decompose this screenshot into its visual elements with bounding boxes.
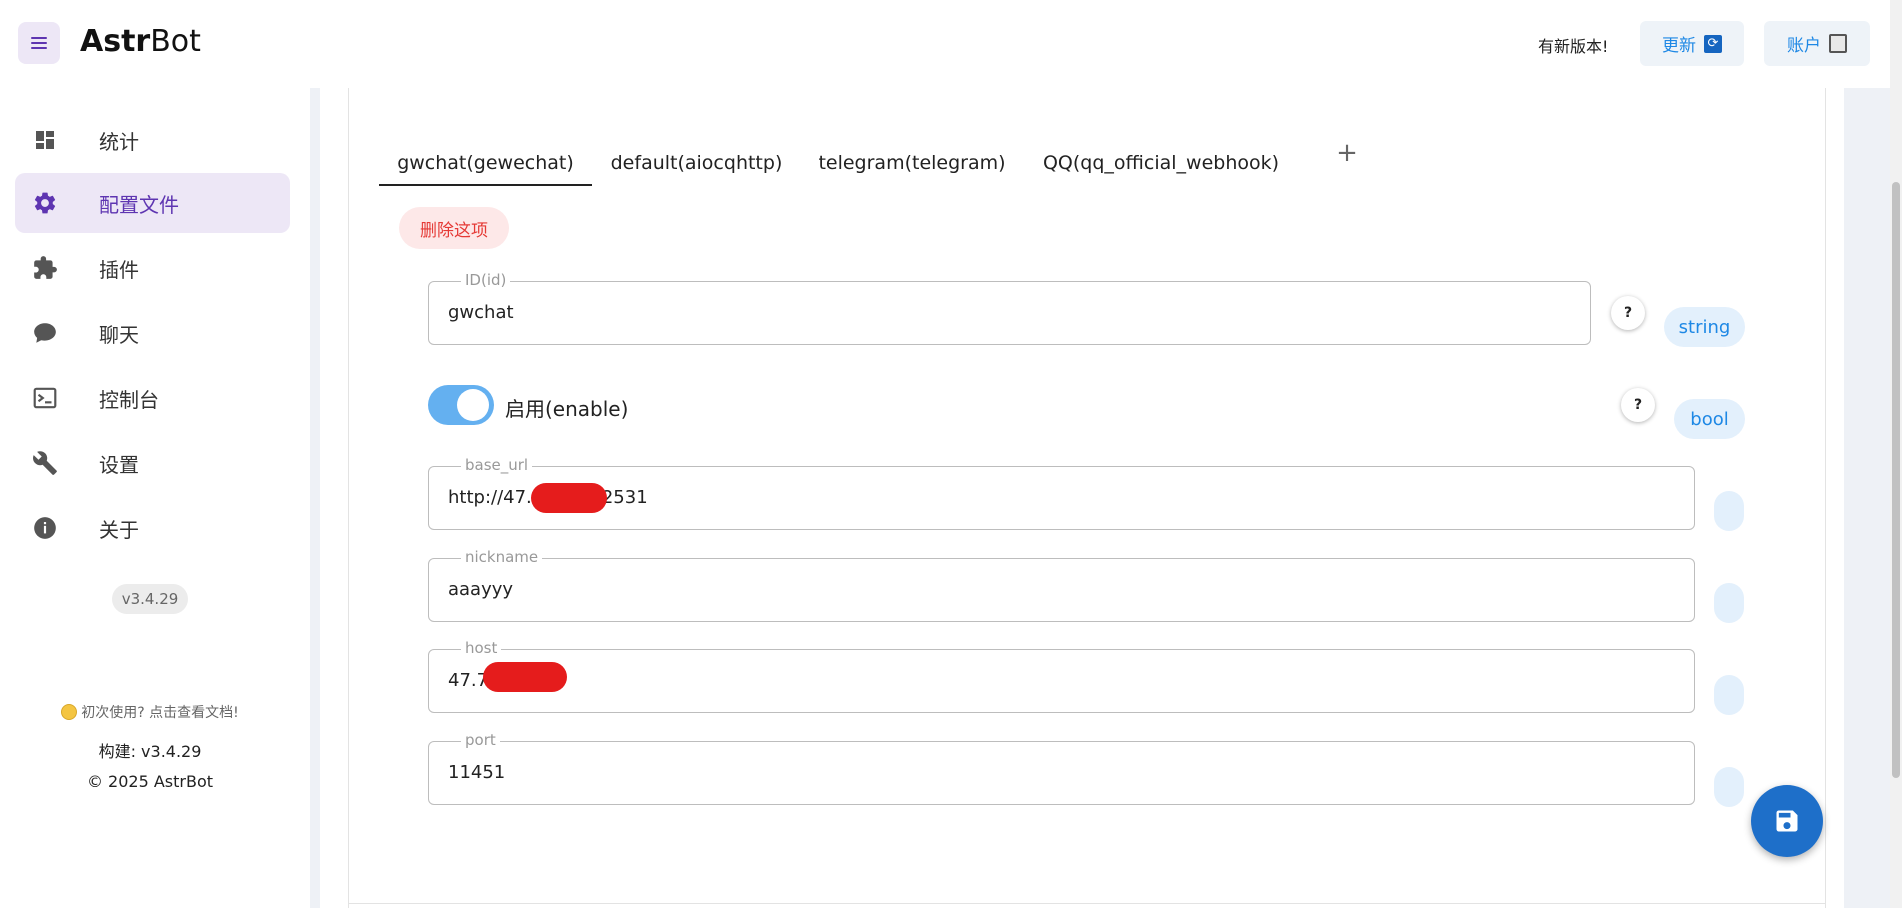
sidebar-item-stats[interactable]: 统计	[15, 110, 290, 170]
refresh-icon: ⟳	[1704, 34, 1722, 53]
enable-toggle[interactable]	[428, 385, 494, 425]
dashboard-icon	[32, 127, 58, 153]
id-field-label: ID(id)	[461, 271, 511, 289]
id-help-button[interactable]: ?	[1611, 296, 1645, 330]
nickname-field[interactable]: nickname aaayyy	[428, 548, 1695, 622]
nickname-type-chip	[1714, 583, 1744, 623]
id-field[interactable]: ID(id) gwchat	[428, 271, 1591, 345]
port-type-chip	[1714, 767, 1744, 807]
type-chip-bool: bool	[1674, 399, 1745, 439]
app-header: AstrBot 有新版本! 更新 ⟳ 账户	[0, 0, 1890, 88]
nickname-field-value: aaayyy	[448, 579, 514, 600]
sidebar-item-about[interactable]: 关于	[15, 498, 290, 558]
plus-icon: +	[1336, 138, 1358, 168]
base-url-field-label: base_url	[461, 456, 533, 474]
enable-toggle-label: 启用(enable)	[505, 397, 629, 421]
host-field[interactable]: host 47.7	[428, 639, 1695, 713]
sidebar-item-label: 控制台	[99, 387, 159, 412]
type-chip-string: string	[1664, 307, 1745, 347]
update-button[interactable]: 更新 ⟳	[1640, 21, 1744, 66]
host-field-value: 47.7	[448, 670, 489, 691]
info-icon	[32, 515, 58, 541]
save-button[interactable]	[1751, 785, 1823, 857]
copyright: © 2025 AstrBot	[86, 772, 214, 791]
sidebar-item-plugins[interactable]: 插件	[15, 238, 290, 298]
host-field-label: host	[461, 639, 502, 657]
port-field-value: 11451	[448, 762, 506, 783]
account-book-icon	[1829, 34, 1847, 53]
tab-telegram[interactable]: telegram(telegram)	[812, 140, 1012, 186]
panel-divider	[348, 903, 1826, 904]
enable-help-button[interactable]: ?	[1621, 388, 1655, 422]
delete-item-button[interactable]: 删除这项	[399, 207, 509, 249]
menu-toggle-button[interactable]	[18, 22, 60, 64]
tab-label: QQ(qq_official_webhook)	[1042, 152, 1280, 174]
tab-label: gwchat(gewechat)	[397, 152, 574, 174]
port-field-label: port	[461, 731, 500, 749]
version-chip: v3.4.29	[112, 584, 188, 614]
base-url-type-chip	[1714, 491, 1744, 531]
wrench-icon	[32, 450, 58, 476]
redaction-mark	[531, 483, 607, 513]
sidebar-item-label: 统计	[99, 129, 139, 154]
chat-bubble-icon	[32, 320, 58, 346]
sidebar-item-console[interactable]: 控制台	[15, 368, 290, 428]
sidebar-item-label: 设置	[99, 452, 139, 477]
sidebar-item-settings[interactable]: 设置	[15, 433, 290, 493]
sidebar-item-chat[interactable]: 聊天	[15, 303, 290, 363]
thinking-emoji-icon	[61, 704, 78, 720]
tab-qq[interactable]: QQ(qq_official_webhook)	[1030, 140, 1292, 186]
nickname-field-label: nickname	[461, 548, 543, 566]
tab-default[interactable]: default(aiocqhttp)	[600, 140, 793, 186]
port-field[interactable]: port 11451	[428, 731, 1695, 805]
sidebar-item-label: 插件	[99, 257, 139, 282]
host-type-chip	[1714, 675, 1744, 715]
redaction-mark	[483, 662, 567, 692]
scrollbar-thumb[interactable]	[1892, 182, 1900, 778]
puzzle-icon	[32, 255, 58, 281]
sidebar-item-label: 配置文件	[99, 192, 179, 217]
gear-icon	[32, 190, 58, 216]
new-version-notice: 有新版本!	[1538, 37, 1609, 56]
sidebar-item-label: 聊天	[99, 322, 139, 347]
tab-label: telegram(telegram)	[818, 152, 1006, 174]
update-label: 更新	[1662, 36, 1696, 56]
sidebar-item-config[interactable]: 配置文件	[15, 173, 290, 233]
console-icon	[32, 385, 58, 411]
toggle-knob	[457, 389, 489, 421]
account-button[interactable]: 账户	[1764, 21, 1870, 66]
tab-label: default(aiocqhttp)	[610, 152, 783, 174]
sidebar-item-label: 关于	[99, 517, 139, 542]
docs-link-label: 初次使用? 点击查看文档!	[81, 705, 239, 721]
build-info: 构建: v3.4.29	[98, 742, 202, 761]
page-scrollbar[interactable]	[1890, 0, 1902, 908]
tab-gwchat[interactable]: gwchat(gewechat)	[379, 140, 592, 186]
docs-link[interactable]: 初次使用? 点击查看文档!	[0, 702, 300, 722]
app-logo: AstrBot	[80, 24, 201, 59]
floppy-disk-icon	[1776, 810, 1798, 832]
account-label: 账户	[1787, 36, 1821, 56]
hamburger-icon	[31, 37, 47, 49]
base-url-field[interactable]: base_url http://47.:2531	[428, 456, 1695, 530]
id-field-value: gwchat	[448, 302, 514, 323]
add-tab-button[interactable]: +	[1332, 138, 1362, 168]
